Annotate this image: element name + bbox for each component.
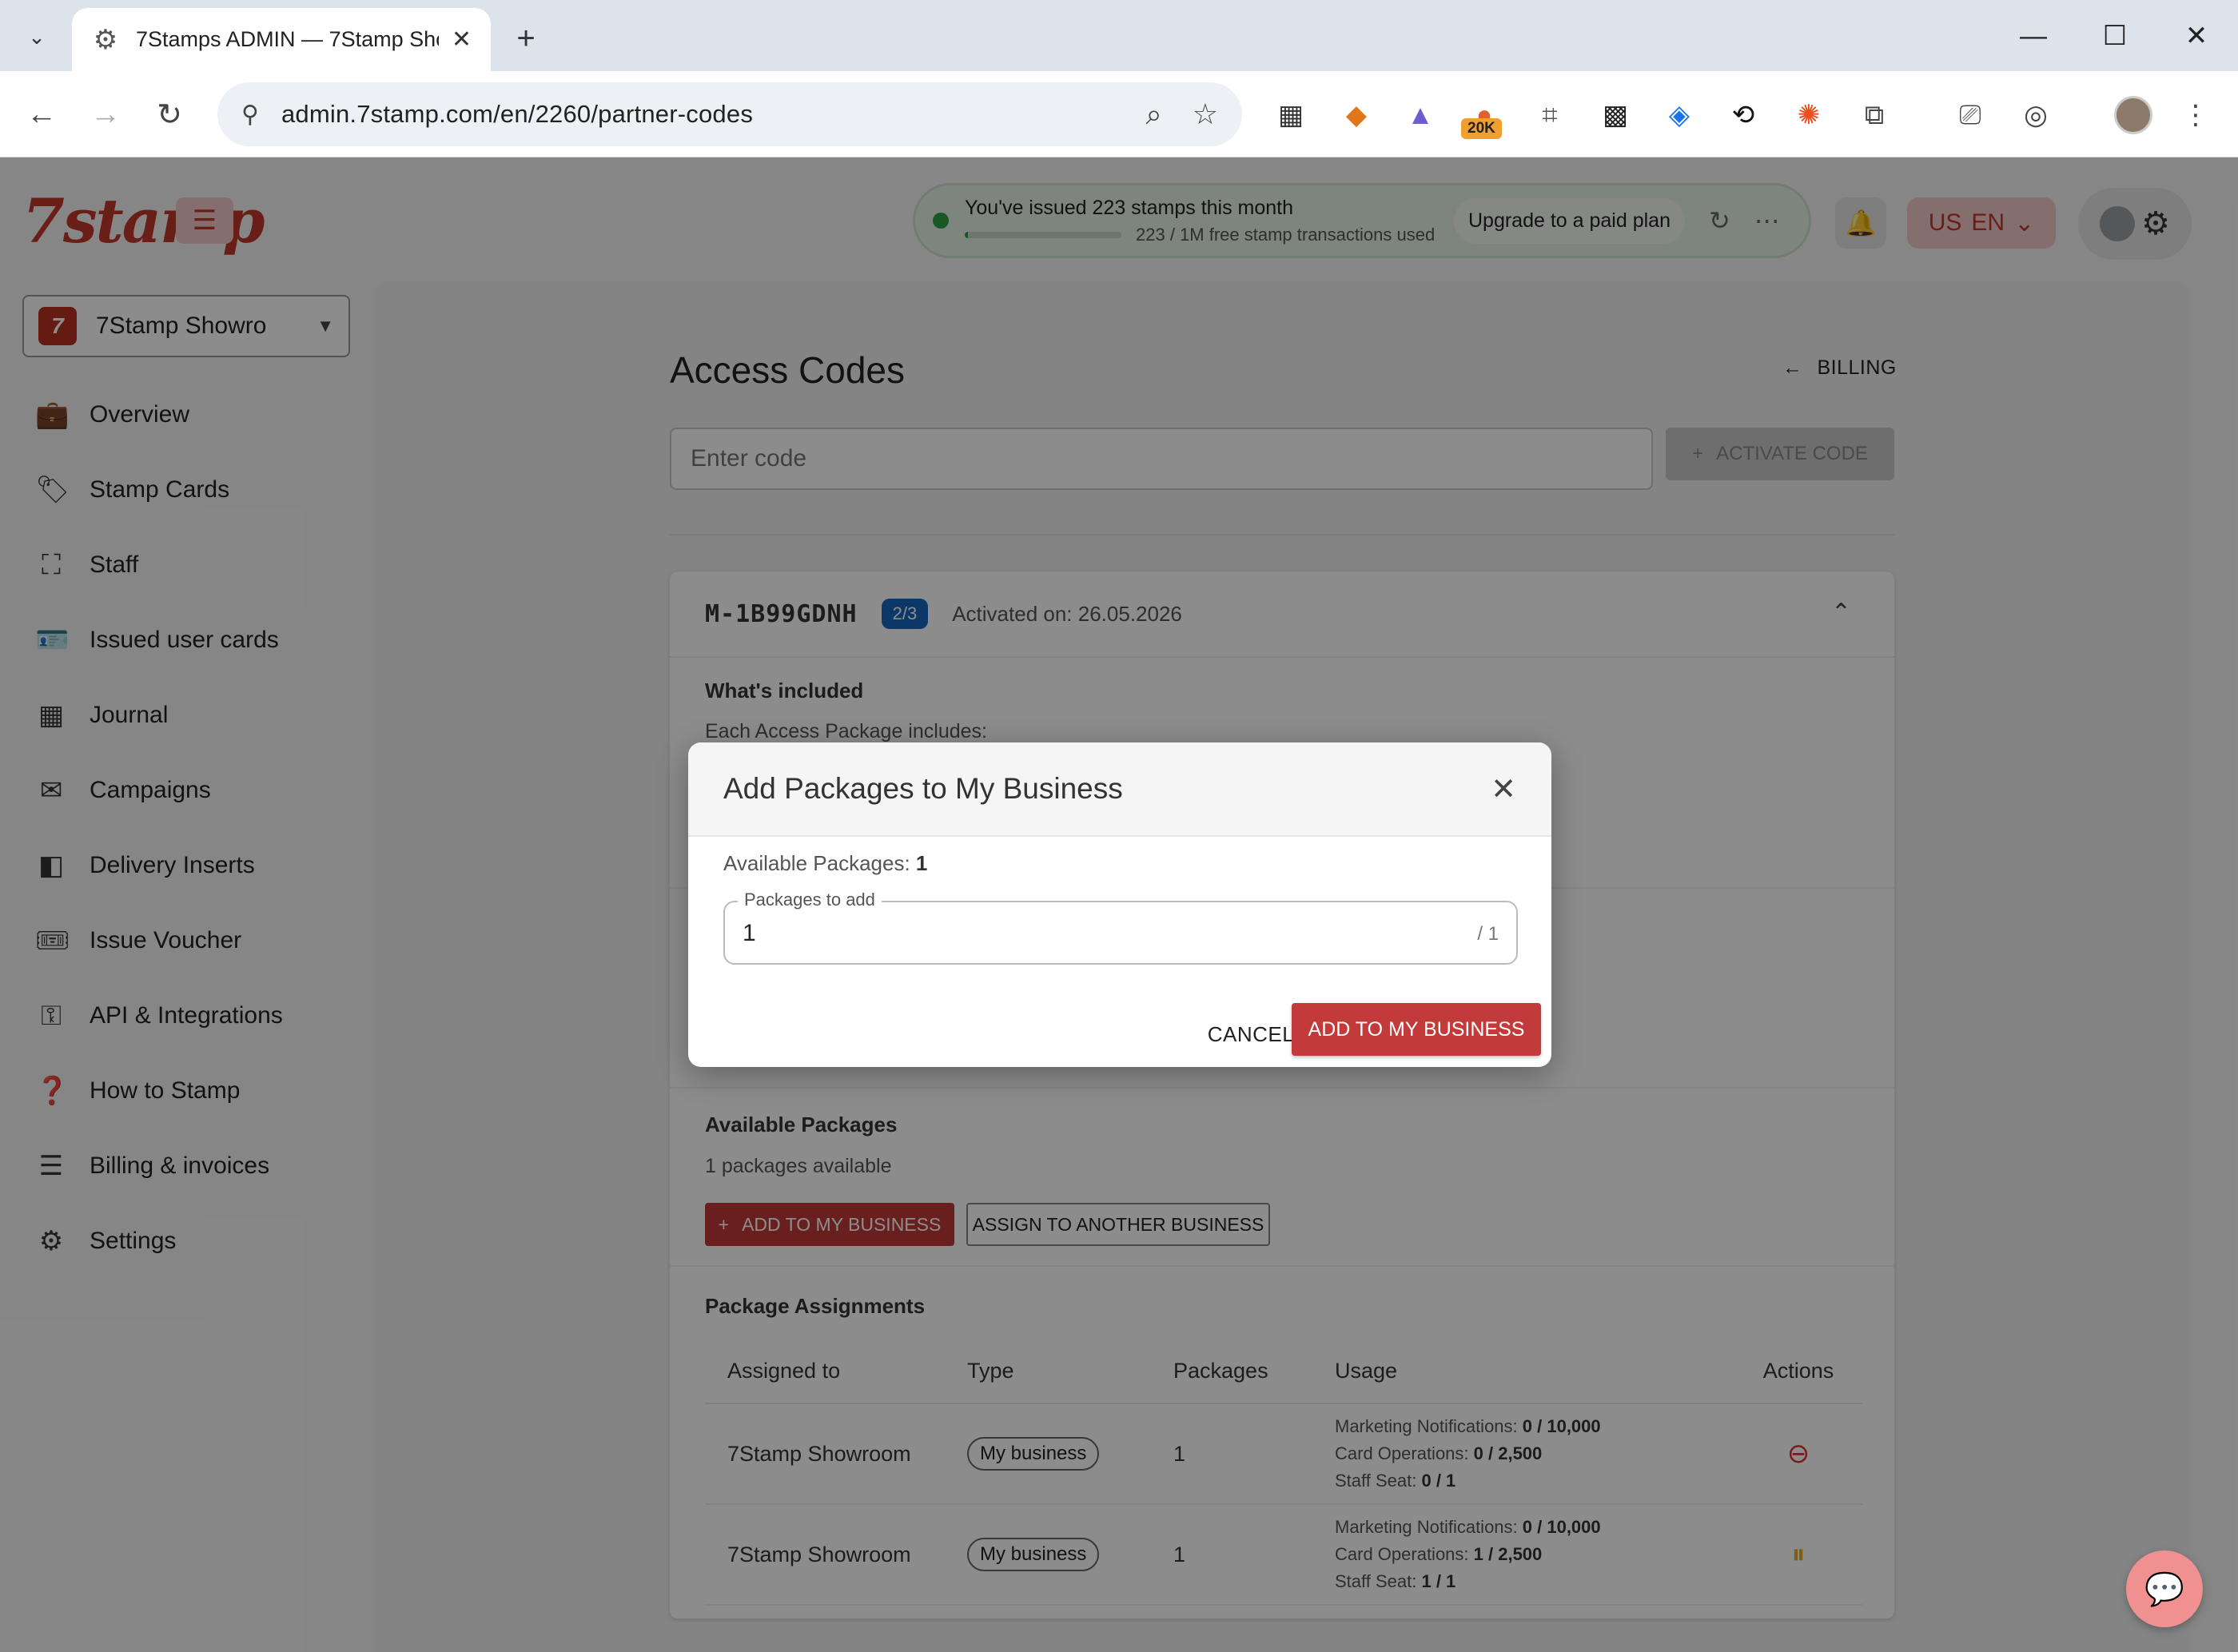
tab-search-chevron-icon[interactable]: ⌄ [14, 14, 59, 59]
back-arrow-icon[interactable]: ← [16, 89, 67, 140]
extension-badge: 20K [1461, 118, 1502, 139]
close-icon[interactable]: ✕ [1491, 771, 1516, 807]
address-bar[interactable]: ⚲ admin.7stamp.com/en/2260/partner-codes… [217, 82, 1242, 146]
packages-to-add-field[interactable]: Packages to add 1 / 1 [723, 890, 1518, 965]
maximize-icon[interactable]: ☐ [2075, 11, 2155, 61]
browser-menu-icon[interactable]: ⋮ [2176, 95, 2216, 135]
packages-to-add-input[interactable]: 1 [743, 920, 756, 947]
site-settings-icon[interactable]: ⚲ [241, 101, 259, 129]
forward-arrow-icon[interactable]: → [80, 89, 131, 140]
url-text[interactable]: admin.7stamp.com/en/2260/partner-codes [281, 100, 1116, 129]
field-max-suffix: / 1 [1477, 923, 1499, 945]
available-packages-line: Available Packages: 1 [723, 851, 928, 875]
tag-extension-icon[interactable]: ◈ [1659, 95, 1699, 135]
add-packages-modal: Add Packages to My Business ✕ Available … [688, 742, 1551, 1067]
puzzle-extensions-icon[interactable]: ⧉ [1854, 95, 1894, 135]
screenshot-icon[interactable]: ◎ [2016, 95, 2056, 135]
confirm-add-to-my-business-button[interactable]: ADD TO MY BUSINESS [1292, 1003, 1541, 1056]
tab-close-icon[interactable]: ✕ [452, 26, 472, 54]
qr-extension-icon[interactable]: ▦ [1271, 95, 1311, 135]
browser-toolbar: ← → ↻ ⚲ admin.7stamp.com/en/2260/partner… [0, 71, 2238, 157]
tab-title: 7Stamps ADMIN — 7Stamp Sho [136, 27, 439, 51]
cast-icon[interactable]: ⎚ [1950, 95, 1990, 135]
sync-extension-icon[interactable]: ⟲ [1723, 95, 1763, 135]
window-close-icon[interactable]: ✕ [2156, 11, 2236, 61]
qr-code-extension-icon[interactable]: ▩ [1595, 95, 1635, 135]
gear-favicon-icon: ⚙ [93, 24, 118, 55]
bookmark-star-icon[interactable]: ☆ [1193, 98, 1218, 131]
browser-tab-bar: ⌄ ⚙ 7Stamps ADMIN — 7Stamp Sho ✕ + — ☐ ✕ [0, 0, 2238, 71]
modal-title: Add Packages to My Business [723, 772, 1123, 805]
zoom-icon[interactable]: ⌕ [1146, 98, 1162, 132]
field-label: Packages to add [738, 890, 882, 910]
sun-extension-icon[interactable]: ✺ [1789, 95, 1829, 135]
scan-extension-icon[interactable]: ⌗ [1530, 95, 1570, 135]
crystal-extension-icon[interactable]: ▲ [1400, 95, 1440, 135]
chat-bubble-icon[interactable]: 💬 [2126, 1550, 2203, 1627]
browser-tab-active[interactable]: ⚙ 7Stamps ADMIN — 7Stamp Sho ✕ [72, 8, 491, 71]
browser-profile-avatar[interactable] [2114, 96, 2152, 134]
fox-extension-icon[interactable]: ◆ [1336, 95, 1376, 135]
minimize-icon[interactable]: — [1993, 11, 2073, 61]
reload-icon[interactable]: ↻ [144, 89, 195, 140]
modal-header: Add Packages to My Business ✕ [688, 742, 1551, 837]
new-tab-icon[interactable]: + [504, 16, 548, 61]
